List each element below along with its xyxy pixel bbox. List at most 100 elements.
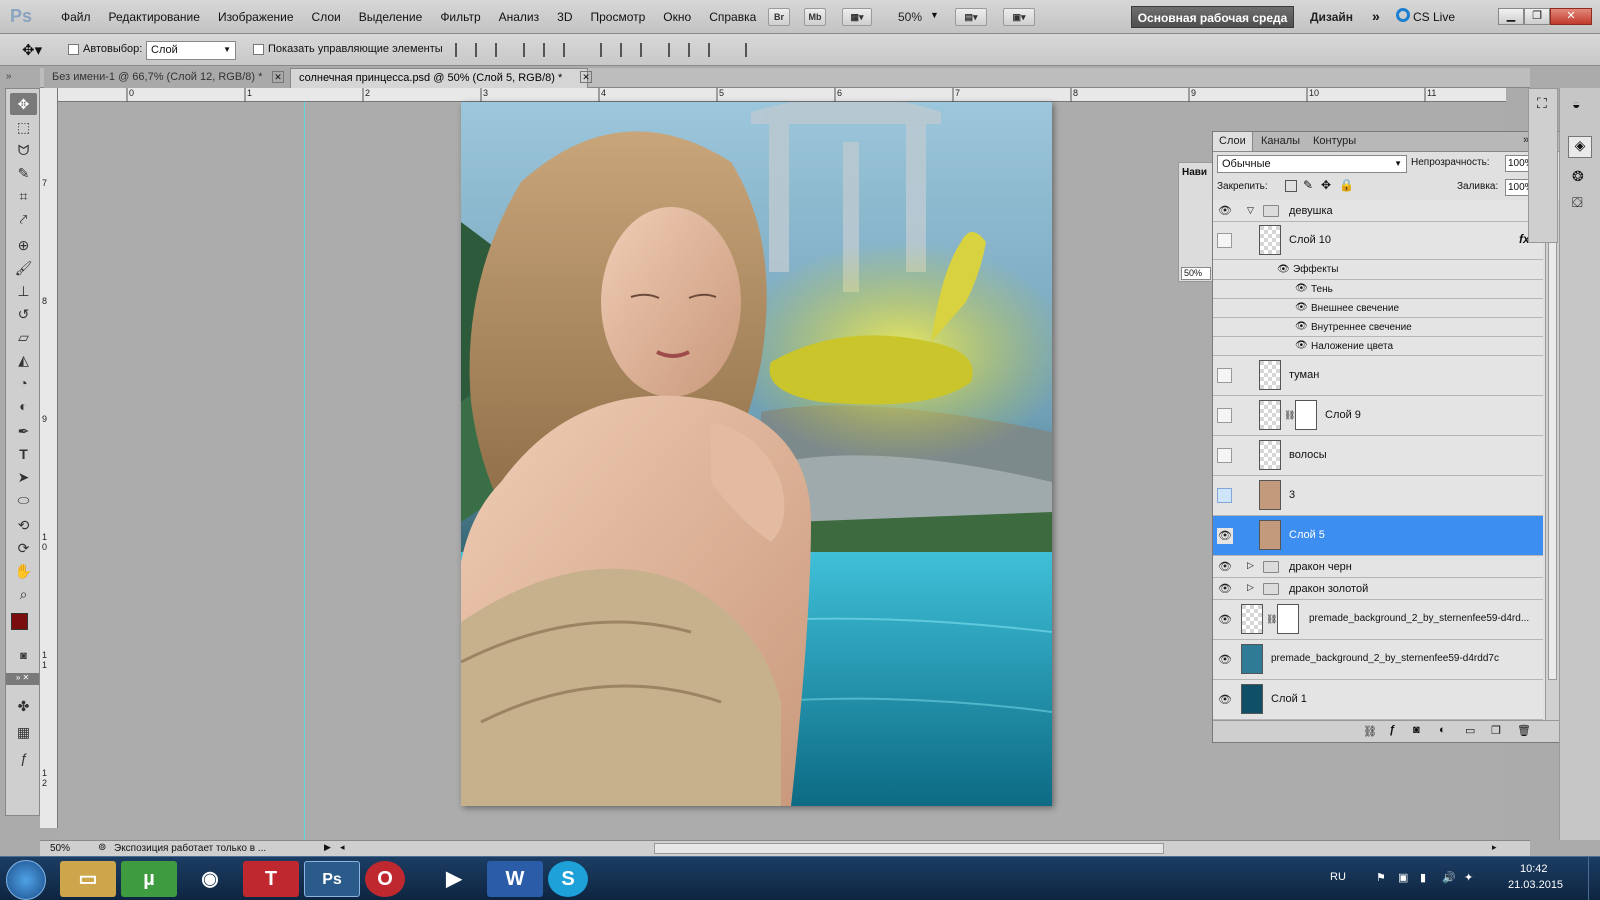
paths-panel-icon[interactable]: ⛋ [1572,194,1583,211]
distribute-vcenter-icon[interactable] [620,43,634,57]
visibility-toggle[interactable] [1217,448,1232,463]
effect-row[interactable]: 👁 Внешнее свечение [1213,299,1543,318]
marquee-tool-icon[interactable]: ⬚ [10,116,37,138]
layer-fog[interactable]: туман [1213,356,1543,396]
tray-skype-icon[interactable]: ✦ [1464,871,1473,884]
language-indicator[interactable]: RU [1330,871,1346,883]
distribute-right-icon[interactable] [708,43,722,57]
status-zoom[interactable]: 50% [50,843,70,854]
eye-icon[interactable]: 👁 [1295,302,1308,313]
type-tool-icon[interactable]: T [10,443,37,465]
layer-5[interactable]: 👁 Слой 5 [1213,516,1543,556]
hand-tool-icon[interactable]: ✋ [10,560,37,582]
history-brush-tool-icon[interactable]: ↺ [10,303,37,325]
layer-9[interactable]: ⛓ Слой 9 [1213,396,1543,436]
cs-live-button[interactable]: CS Live [1413,10,1455,24]
menu-select[interactable]: Выделение [350,10,432,24]
menu-3d[interactable]: 3D [548,10,581,24]
trash-icon[interactable]: 🗑 [1517,724,1531,737]
history-panel-icon[interactable]: ⛶ [1537,95,1547,112]
tab-paths[interactable]: Контуры [1313,135,1356,147]
zoom-tool-icon[interactable]: ⌕ [10,583,37,605]
link-layers-icon[interactable]: ⛓ [1363,725,1377,738]
eye-icon[interactable]: 👁 [1217,559,1233,575]
ellipse-tool-icon[interactable]: ⬭ [10,489,37,511]
visibility-toggle[interactable] [1217,368,1232,383]
guide-line[interactable] [304,102,305,842]
eye-icon[interactable]: 👁 [1217,203,1233,219]
brush-tool-icon[interactable]: 🖌 [10,257,37,279]
eye-icon[interactable]: 👁 [1217,612,1233,628]
tray-network-icon[interactable]: ▮ [1420,871,1426,884]
align-right-icon[interactable] [563,43,577,57]
tab-close-icon[interactable]: ✕ [272,71,284,83]
foreground-color-swatch[interactable] [11,613,28,630]
dodge-tool-icon[interactable]: ◐ [10,395,37,417]
grid-panel-icon[interactable]: ▦ [10,721,37,743]
3d-rotate-tool-icon[interactable]: ⟲ [10,514,37,536]
screen-mode-icon[interactable]: ▣▾ [1003,8,1035,26]
bridge-button[interactable]: Br [768,8,790,26]
maximize-button[interactable]: ❐ [1524,8,1550,25]
align-top-icon[interactable] [455,43,469,57]
distribute-hcenter-icon[interactable] [688,43,702,57]
utorrent-taskbar-icon[interactable]: µ [121,861,177,897]
media-player-taskbar-icon[interactable]: ▶ [426,861,482,897]
effect-row[interactable]: 👁 Тень [1213,280,1543,299]
scroll-left-icon[interactable]: ◂ [340,842,345,853]
layer-group-girl[interactable]: 👁 ▽ девушка [1213,200,1543,222]
menu-edit[interactable]: Редактирование [100,10,209,24]
channels-panel-icon[interactable]: ❂ [1572,168,1584,185]
align-bottom-icon[interactable] [495,43,509,57]
status-menu-arrow-icon[interactable]: ▶ [324,842,331,853]
blur-tool-icon[interactable]: ◔ [10,372,37,394]
healing-brush-tool-icon[interactable]: ⊕ [10,234,37,256]
minimize-button[interactable]: ▁ [1498,8,1524,25]
paint-bucket-tool-icon[interactable]: ◭ [10,349,37,371]
blend-mode-dropdown[interactable]: Обычные ▼ [1217,155,1407,173]
distribute-top-icon[interactable] [600,43,614,57]
lasso-tool-icon[interactable]: ᗢ [10,139,37,161]
visibility-toggle[interactable] [1217,488,1232,503]
layer-hair[interactable]: волосы [1213,436,1543,476]
eye-icon[interactable]: 👁 [1295,321,1308,332]
scrollbar-thumb[interactable] [1548,220,1557,680]
layer-group-black-dragon[interactable]: 👁 ▷ дракон черн [1213,556,1543,578]
tab-channels[interactable]: Каналы [1261,135,1300,147]
show-desktop-button[interactable] [1588,857,1600,900]
adjustments-panel-icon[interactable]: ◒ [1572,96,1580,112]
new-group-icon[interactable]: ▭ [1465,724,1475,737]
auto-align-icon[interactable] [745,43,759,57]
add-style-icon[interactable]: ƒ [1389,724,1395,736]
menu-file[interactable]: Файл [52,10,100,24]
scroll-right-icon[interactable]: ▸ [1492,842,1497,853]
layers-panel-icon[interactable]: ◈ [1568,136,1592,158]
crop-tool-icon[interactable]: ⌗ [10,185,37,207]
opera-taskbar-icon[interactable]: O [365,861,405,897]
workspace-design-button[interactable]: Дизайн [1310,10,1353,24]
menu-view[interactable]: Просмотр [581,10,654,24]
layer-mask-thumbnail[interactable] [1277,604,1299,634]
effect-row[interactable]: 👁 Внутреннее свечение [1213,318,1543,337]
align-vcenter-icon[interactable] [475,43,489,57]
layer-mask-thumbnail[interactable] [1295,400,1317,430]
navigator-title[interactable]: Нави [1182,167,1207,178]
camera-taskbar-icon[interactable]: ◉ [182,861,238,897]
layer-10[interactable]: Слой 10 fx [1213,222,1543,260]
menu-help[interactable]: Справка [700,10,765,24]
link-icon[interactable]: ⛓ [1284,410,1295,421]
eye-icon[interactable]: 👁 [1295,340,1308,351]
adjustment-layer-icon[interactable]: ◐ [1439,724,1446,736]
clone-stamp-tool-icon[interactable]: ⊥ [10,280,37,302]
align-left-icon[interactable] [523,43,537,57]
layer-1[interactable]: 👁 Слой 1 [1213,680,1543,720]
show-controls-checkbox[interactable] [253,44,264,55]
chevron-down-icon[interactable]: ▼ [930,10,939,20]
close-button[interactable]: ✕ [1550,8,1592,25]
align-hcenter-icon[interactable] [543,43,557,57]
link-icon[interactable]: ⛓ [1266,614,1277,625]
layers-scrollbar[interactable] [1545,200,1559,720]
lock-transparency-icon[interactable] [1285,180,1297,192]
zoom-level[interactable]: 50% [898,10,922,24]
effect-row[interactable]: 👁 Наложение цвета [1213,337,1543,356]
